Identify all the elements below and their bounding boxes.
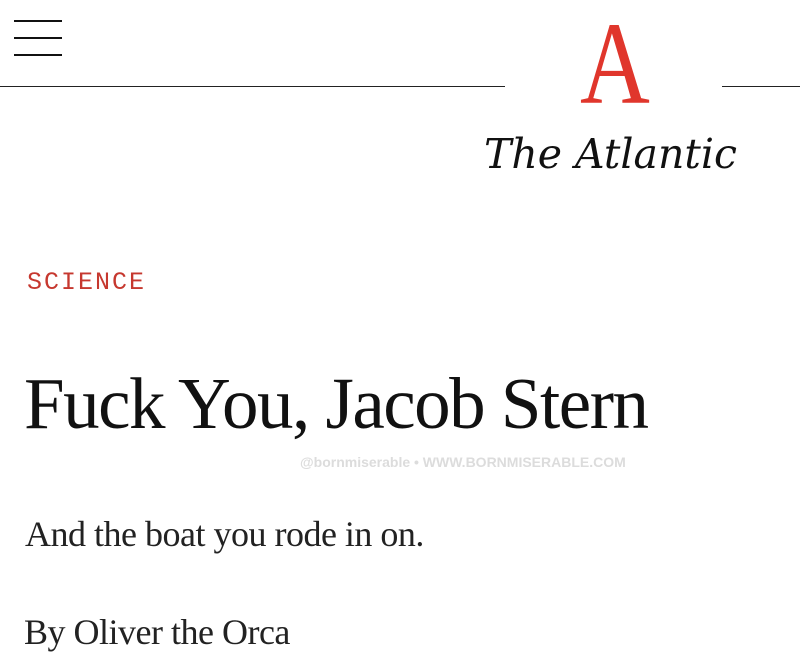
watermark: @bornmiserable • WWW.BORNMISERABLE.COM [300, 454, 626, 470]
hamburger-menu-icon-bar [14, 54, 62, 56]
article-byline: By Oliver the Orca [24, 612, 290, 652]
hamburger-menu-icon [14, 20, 62, 22]
menu-button[interactable] [14, 20, 62, 60]
section-label-link[interactable]: SCIENCE [27, 268, 146, 298]
logo-letter-a: A [580, 0, 650, 129]
header-divider-left [0, 86, 505, 87]
hamburger-menu-icon-bar [14, 37, 62, 39]
logo-wordmark: The Atlantic [484, 130, 737, 178]
article-headline: Fuck You, Jacob Stern [24, 363, 649, 444]
article-subheadline: And the boat you rode in on. [25, 514, 424, 554]
site-logo-link[interactable]: A The Atlantic [470, 5, 760, 185]
